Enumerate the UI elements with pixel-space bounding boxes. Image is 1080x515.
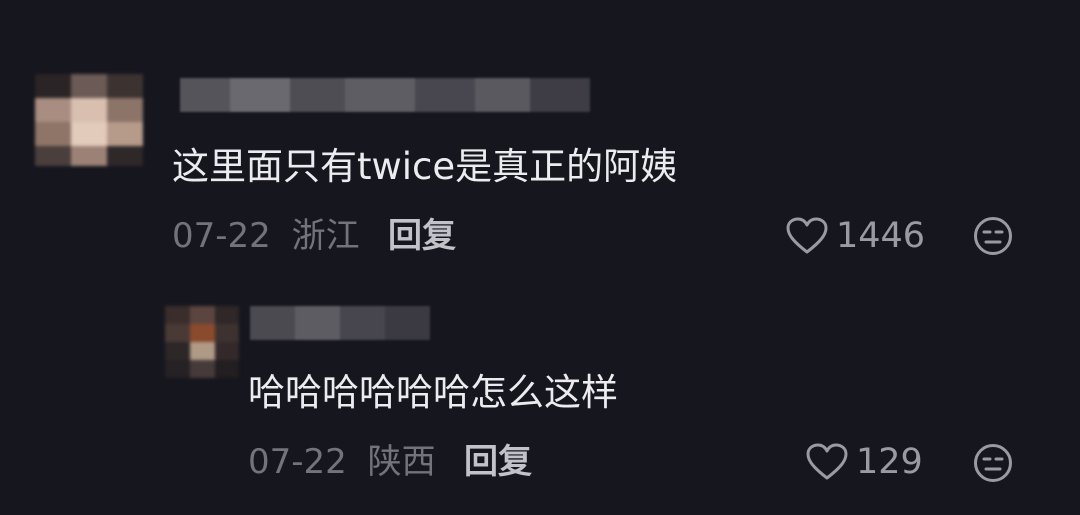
- username-blurred[interactable]: [180, 78, 590, 112]
- like-count: 1446: [836, 216, 926, 256]
- comment-text: 这里面只有twice是真正的阿姨: [172, 145, 678, 188]
- reply-button[interactable]: 回复: [464, 440, 532, 484]
- reply-button[interactable]: 回复: [388, 214, 456, 258]
- emoji-face-icon[interactable]: [973, 216, 1013, 256]
- avatar[interactable]: [165, 306, 239, 378]
- comment-location: 浙江: [291, 216, 360, 256]
- emoji-face-icon[interactable]: [973, 443, 1013, 483]
- heart-outline-icon: [806, 443, 856, 481]
- comment-location: 陕西: [367, 442, 436, 482]
- avatar[interactable]: [35, 74, 143, 166]
- comment-date: 07-22: [172, 216, 271, 256]
- comment-list: 这里面只有twice是真正的阿姨 07-22 浙江 回复 1446 哈哈哈哈哈哈…: [0, 0, 1080, 515]
- comment-meta: 07-22 浙江: [172, 214, 360, 258]
- like-button[interactable]: 129: [806, 440, 923, 484]
- username-blurred[interactable]: [250, 306, 430, 340]
- comment-text: 哈哈哈哈哈哈怎么这样: [248, 371, 618, 414]
- like-button[interactable]: 1446: [786, 214, 925, 258]
- like-count: 129: [856, 442, 923, 482]
- comment-meta: 07-22 陕西: [248, 440, 436, 484]
- comment-date: 07-22: [248, 442, 347, 482]
- heart-outline-icon: [786, 217, 836, 255]
